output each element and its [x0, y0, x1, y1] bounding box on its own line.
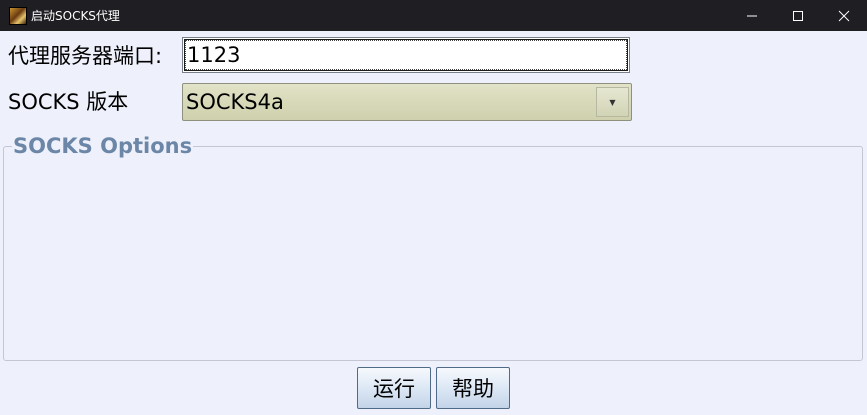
version-select-value: SOCKS4a	[186, 90, 284, 114]
maximize-icon	[793, 10, 803, 21]
close-button[interactable]	[821, 0, 867, 31]
minimize-button[interactable]	[729, 0, 775, 31]
dialog-body: 代理服务器端口: SOCKS 版本 SOCKS4a ▼ SOCKS Option…	[0, 31, 867, 415]
help-button[interactable]: 帮助	[436, 367, 510, 409]
minimize-icon	[747, 15, 757, 16]
maximize-button[interactable]	[775, 0, 821, 31]
window-title: 启动SOCKS代理	[31, 9, 120, 23]
app-icon	[9, 7, 27, 25]
socks-options-group	[3, 146, 863, 361]
title-bar: 启动SOCKS代理	[0, 0, 867, 31]
chevron-down-icon: ▼	[609, 97, 616, 107]
port-input[interactable]	[182, 37, 630, 73]
close-icon	[838, 10, 850, 21]
port-label: 代理服务器端口:	[8, 44, 163, 68]
version-label: SOCKS 版本	[8, 90, 129, 114]
run-button[interactable]: 运行	[357, 367, 431, 409]
version-dropdown-button[interactable]: ▼	[596, 87, 629, 117]
version-select[interactable]: SOCKS4a ▼	[182, 83, 632, 121]
socks-options-legend: SOCKS Options	[12, 132, 194, 160]
